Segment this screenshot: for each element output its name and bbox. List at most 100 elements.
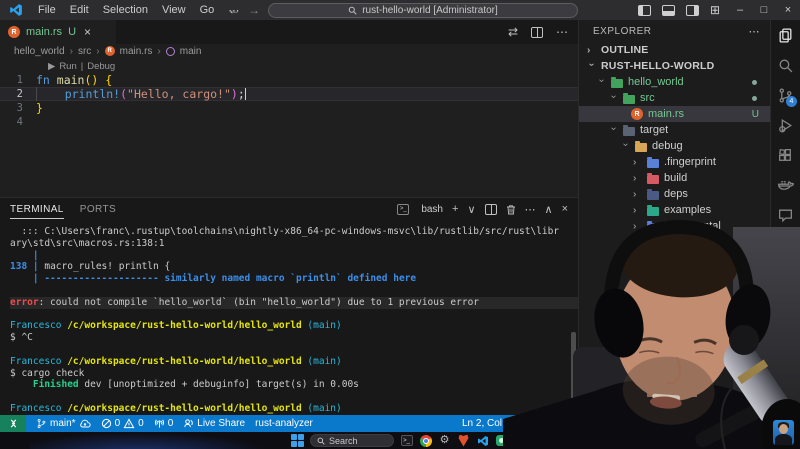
menu-view[interactable]: View xyxy=(155,4,193,16)
vscode-logo-icon[interactable] xyxy=(9,3,23,17)
tree-item-outline[interactable]: ›OUTLINE xyxy=(579,42,770,58)
start-button-icon[interactable] xyxy=(291,434,304,447)
split-editor-icon[interactable] xyxy=(531,27,543,38)
activity-source-control-icon[interactable]: 4 xyxy=(771,80,800,110)
tree-item-examples[interactable]: ›examples xyxy=(579,202,770,218)
taskbar-settings-icon[interactable]: ⚙ xyxy=(438,434,451,447)
panel-collapse-icon[interactable]: ∧ xyxy=(545,203,553,216)
tree-item-file[interactable] xyxy=(579,330,770,346)
tree-item-file[interactable] xyxy=(579,346,770,362)
tree-item-build[interactable]: ›build xyxy=(579,170,770,186)
new-terminal-icon[interactable]: + xyxy=(452,203,458,215)
menu-file[interactable]: File xyxy=(31,4,63,16)
tree-item-file[interactable] xyxy=(579,378,770,394)
activity-extensions-icon[interactable] xyxy=(771,140,800,170)
nav-forward-icon[interactable]: → xyxy=(248,0,260,20)
taskbar-search[interactable]: Search xyxy=(310,434,394,447)
breadcrumb-file[interactable]: main.rs xyxy=(120,46,153,57)
tree-item-file[interactable] xyxy=(579,314,770,330)
minimize-button[interactable]: – xyxy=(728,4,752,16)
code-line[interactable]: 3} xyxy=(0,101,578,115)
breadcrumb-folder[interactable]: hello_world xyxy=(14,46,65,57)
toggle-sidebar-icon[interactable] xyxy=(638,5,651,16)
tree-item-deps[interactable]: ›deps xyxy=(579,186,770,202)
terminal-more-icon[interactable]: ⋯ xyxy=(525,203,536,216)
activity-docker-icon[interactable] xyxy=(771,170,800,200)
picture-in-picture-avatar[interactable] xyxy=(773,420,794,445)
taskbar-explorer-icon[interactable] xyxy=(514,434,527,447)
terminal-dropdown-icon[interactable]: ∨ xyxy=(467,203,475,216)
split-terminal-icon[interactable] xyxy=(485,204,497,215)
shell-name[interactable]: bash xyxy=(421,204,443,215)
tab-ports[interactable]: PORTS xyxy=(80,200,116,218)
tree-item-file[interactable] xyxy=(579,298,770,314)
customize-layout-icon[interactable]: ⊞ xyxy=(710,5,720,16)
tree-item-file[interactable] xyxy=(579,362,770,378)
branch-status[interactable]: main* xyxy=(36,418,91,429)
cursor-position[interactable]: Ln 2, Col 31 xyxy=(462,418,516,429)
activity-explorer-icon[interactable] xyxy=(771,20,800,50)
taskbar-terminal-icon[interactable]: >_ xyxy=(400,434,413,447)
nav-back-icon[interactable]: ← xyxy=(228,0,240,20)
indentation-status[interactable]: Spaces: 4 xyxy=(529,418,573,429)
menu-selection[interactable]: Selection xyxy=(96,4,155,16)
folder-icon xyxy=(647,191,659,200)
tree-item-label: build xyxy=(664,172,687,184)
panel-close-icon[interactable]: × xyxy=(562,203,568,215)
toggle-secondary-sidebar-icon[interactable] xyxy=(686,5,699,16)
toggle-panel-icon[interactable] xyxy=(662,5,675,16)
codelens-debug-link[interactable]: Debug xyxy=(87,61,115,72)
code-line[interactable]: 1fn main() { xyxy=(0,73,578,87)
tab-close-icon[interactable]: × xyxy=(84,25,91,39)
menu-go[interactable]: Go xyxy=(193,4,222,16)
activity-run-debug-icon[interactable] xyxy=(771,110,800,140)
language-server-status[interactable]: rust-analyzer xyxy=(255,418,313,429)
taskbar-capture-icon[interactable] xyxy=(495,434,508,447)
breadcrumb-src[interactable]: src xyxy=(78,46,91,57)
maximize-button[interactable]: □ xyxy=(752,4,776,16)
line-number: 1 xyxy=(0,73,36,87)
trash-icon[interactable] xyxy=(506,204,516,215)
tree-item-debug[interactable]: ›debug xyxy=(579,138,770,154)
activity-comments-icon[interactable] xyxy=(771,200,800,230)
codelens-run-link[interactable]: Run xyxy=(59,61,76,72)
tab-terminal[interactable]: TERMINAL xyxy=(10,200,64,219)
problems-status[interactable]: 0 0 xyxy=(101,418,144,429)
remote-indicator[interactable] xyxy=(0,415,26,432)
taskbar-vscode-icon[interactable] xyxy=(476,434,489,447)
taskbar-chrome-icon[interactable] xyxy=(419,434,432,447)
ports-status[interactable]: 0 xyxy=(154,418,174,429)
terminal-scrollbar[interactable] xyxy=(571,332,576,412)
tree-item--fingerprint[interactable]: ›.fingerprint xyxy=(579,154,770,170)
explorer-more-icon[interactable]: ⋯ xyxy=(749,25,761,38)
chevron-icon: › xyxy=(586,63,597,72)
tree-item-incremental[interactable]: ›incremental xyxy=(579,218,770,234)
code-line[interactable]: 4 xyxy=(0,115,578,129)
menu-edit[interactable]: Edit xyxy=(63,4,96,16)
open-changes-icon[interactable]: ⇄ xyxy=(508,25,518,39)
tree-item-hello-world[interactable]: ›hello_world xyxy=(579,74,770,90)
tab-main-rs[interactable]: main.rs U × xyxy=(0,20,116,44)
close-button[interactable]: × xyxy=(776,4,800,16)
command-center-search[interactable]: rust-hello-world [Administrator] xyxy=(268,3,578,18)
terminal-output[interactable]: ::: C:\Users\franc\.rustup\toolchains\ni… xyxy=(0,220,578,427)
tree-item-src[interactable]: ›src xyxy=(579,90,770,106)
activity-search-icon[interactable] xyxy=(771,50,800,80)
code-line[interactable]: 2 println!("Hello, cargo!"); xyxy=(0,87,578,101)
tree-item-file[interactable] xyxy=(579,266,770,282)
editor-more-icon[interactable]: ⋯ xyxy=(556,25,568,39)
tree-item-target[interactable]: ›target xyxy=(579,122,770,138)
remote-icon xyxy=(8,418,19,429)
code-editor[interactable]: ▶ Run | Debug 1fn main() {2 println!("He… xyxy=(0,58,578,197)
taskbar-center-group: Search >_ ⚙ xyxy=(291,432,527,449)
tree-item-main-rs[interactable]: main.rsU xyxy=(579,106,770,122)
tree-item-rust-hello-world[interactable]: ›RUST-HELLO-WORLD xyxy=(579,58,770,74)
tree-item-file[interactable] xyxy=(579,282,770,298)
live-share-status[interactable]: Live Share xyxy=(183,418,245,429)
taskbar-brave-icon[interactable] xyxy=(457,434,470,447)
breadcrumb-symbol[interactable]: main xyxy=(180,46,202,57)
tree-item-label: deps xyxy=(664,188,688,200)
tree-item-file[interactable] xyxy=(579,234,770,250)
tree-item-file[interactable] xyxy=(579,250,770,266)
terminal-panel[interactable]: TERMINAL PORTS >_ bash + ∨ ⋯ ∧ × ::: C:\… xyxy=(0,197,578,415)
